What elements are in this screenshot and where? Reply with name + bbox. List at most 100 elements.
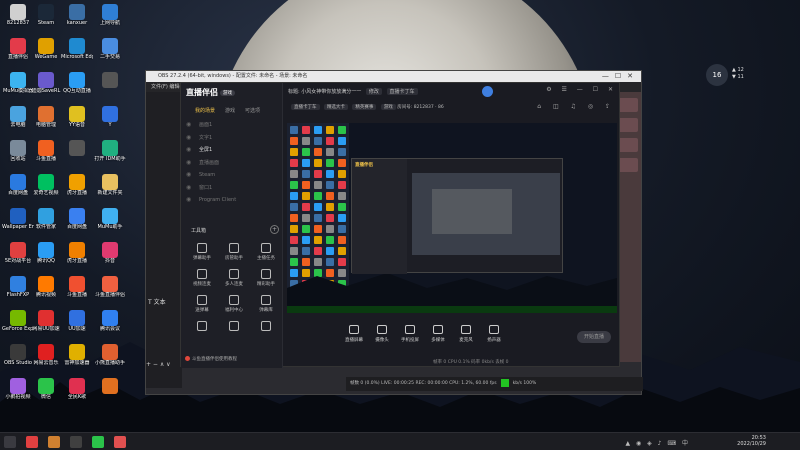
app-icon bbox=[38, 140, 54, 156]
source-item[interactable]: ◉ Steam bbox=[185, 169, 279, 182]
add-source-button[interactable]: 摄像头 bbox=[369, 325, 395, 343]
tab-options[interactable]: 可选项 bbox=[245, 107, 260, 114]
preview-icon bbox=[314, 159, 322, 167]
tool-button[interactable] bbox=[219, 319, 249, 345]
desktop-icon[interactable]: Y bbox=[94, 106, 126, 136]
category-button[interactable]: 直播卡丁车 bbox=[386, 88, 418, 95]
system-tray[interactable]: ▲ ◉ ◈ ♪ ⌨ 中 bbox=[626, 438, 691, 447]
add-source-button[interactable]: 多媒体 bbox=[425, 325, 451, 343]
tool-button[interactable]: 弹幕库 bbox=[251, 293, 281, 319]
tool-button[interactable] bbox=[187, 319, 217, 345]
tag-chip[interactable]: 直播卡丁车 bbox=[291, 104, 320, 110]
desktop-icon[interactable]: 斗鱼直播 bbox=[30, 140, 62, 170]
preview-icon bbox=[326, 170, 334, 178]
add-source-button[interactable]: 麦克风 bbox=[453, 325, 479, 343]
tool-button[interactable] bbox=[251, 319, 281, 345]
app-icon bbox=[38, 106, 54, 122]
taskbar-app[interactable] bbox=[114, 436, 126, 448]
tool-button[interactable]: 房管助手 bbox=[219, 241, 249, 267]
source-item[interactable]: ◉ 全屏1 bbox=[185, 144, 279, 157]
desktop-icon[interactable]: 百度网盘 bbox=[61, 208, 93, 238]
taskbar-app[interactable] bbox=[48, 436, 60, 448]
desktop-icon[interactable]: 虎牙直播 bbox=[61, 242, 93, 272]
tool-button[interactable]: 送弹幕 bbox=[187, 293, 217, 319]
desktop-icon[interactable]: 腾讯视频 bbox=[30, 276, 62, 306]
desktop-icon[interactable]: 全民K歌 bbox=[61, 378, 93, 408]
desktop-icon[interactable]: 二手交易 bbox=[94, 38, 126, 68]
tool-button[interactable]: 弹幕助手 bbox=[187, 241, 217, 267]
tag-chip[interactable]: 精选大卡 bbox=[323, 104, 348, 110]
desktop-icon[interactable]: kanxuer bbox=[61, 4, 93, 34]
desktop-icon[interactable]: 抖音 bbox=[94, 242, 126, 272]
tag-chip[interactable]: 游戏 bbox=[380, 104, 396, 110]
source-item[interactable]: ◉ 文字1 bbox=[185, 132, 279, 145]
tool-button[interactable]: 精彩助手 bbox=[251, 267, 281, 293]
source-item[interactable]: ◉ Program Client bbox=[185, 194, 279, 207]
edit-title-button[interactable]: 修改 bbox=[365, 88, 382, 95]
desktop-icon[interactable]: 斗鱼直播伴侣 bbox=[94, 276, 126, 306]
desktop-icon[interactable]: 腾讯QQ bbox=[30, 242, 62, 272]
scene-tabs[interactable]: 我的场景 游戏 可选项 bbox=[181, 105, 283, 117]
tutorial-link[interactable]: 斗鱼直播伴侣使用教程 bbox=[185, 356, 237, 362]
desktop-icon[interactable]: Steam bbox=[30, 4, 62, 34]
desktop-icon[interactable]: Microsoft Edge bbox=[61, 38, 93, 68]
source-icon bbox=[405, 325, 415, 334]
desktop-icon[interactable]: 打开 IDM助手 bbox=[94, 140, 126, 170]
add-source-button[interactable]: 手机投屏 bbox=[397, 325, 423, 343]
desktop-icon[interactable]: UU加速 bbox=[61, 310, 93, 340]
room-number: 房间号: 8212837 bbox=[397, 105, 434, 110]
add-tool-icon[interactable]: + bbox=[270, 225, 279, 234]
tool-button[interactable]: 多人连麦 bbox=[219, 267, 249, 293]
tool-button[interactable]: 视频连麦 bbox=[187, 267, 217, 293]
source-icon bbox=[461, 325, 471, 334]
stream-preview[interactable]: 直播伴侣 bbox=[287, 123, 617, 313]
desktop-icon[interactable] bbox=[61, 140, 93, 170]
tab-scene[interactable]: 我的场景 bbox=[195, 107, 215, 114]
tab-game[interactable]: 游戏 bbox=[225, 107, 235, 114]
preview-icon bbox=[326, 214, 334, 222]
clock[interactable]: 20:53 2022/10/29 bbox=[737, 435, 766, 447]
obs-text-label: T 文本 bbox=[148, 299, 166, 306]
desktop-icon[interactable]: 上网导航 bbox=[94, 4, 126, 34]
tool-button[interactable]: 主播任务 bbox=[251, 241, 281, 267]
desktop-icon[interactable]: 迪迦SaveRL bbox=[30, 72, 62, 102]
source-item[interactable]: ◉ 直播画面 bbox=[185, 157, 279, 170]
zb-toolbar-icons[interactable]: ⌂ ◫ ♫ ◎ ⇪ bbox=[537, 103, 615, 110]
taskbar-app[interactable] bbox=[70, 436, 82, 448]
desktop-icon[interactable]: 爱奇艺视频 bbox=[30, 174, 62, 204]
live-companion-window[interactable]: 直播伴侣 游戏 我的场景 游戏 可选项 ◉ 画面1 ◉ 文字1 ◉ 全屏1 ◉ 直播画面 ◉ Ste… bbox=[180, 82, 620, 368]
desktop-icon[interactable]: 虎牙直播 bbox=[61, 174, 93, 204]
desktop-icon[interactable]: YY语音 bbox=[61, 106, 93, 136]
taskbar-app[interactable] bbox=[26, 436, 38, 448]
desktop-icon[interactable]: 腾讯会议 bbox=[94, 310, 126, 340]
avatar[interactable] bbox=[482, 86, 493, 97]
desktop-icon[interactable]: 新建文件夹 bbox=[94, 174, 126, 204]
tag-chip[interactable]: 精英赛事 bbox=[352, 104, 377, 110]
desktop-icon[interactable]: MuMu助手 bbox=[94, 208, 126, 238]
add-source-button[interactable]: 直播屏幕 bbox=[341, 325, 367, 343]
source-item[interactable]: ◉ 窗口1 bbox=[185, 182, 279, 195]
desktop-icon[interactable]: 斗鱼直播 bbox=[61, 276, 93, 306]
weather-widget[interactable]: 16 ▲ 12 ▼ 11 bbox=[706, 64, 754, 86]
desktop-icon[interactable]: 网易UU加速 bbox=[30, 310, 62, 340]
tool-button[interactable]: 福利中心 bbox=[219, 293, 249, 319]
taskbar-app[interactable] bbox=[92, 436, 104, 448]
zb-window-controls[interactable]: ⚙ ☰ — ☐ ✕ bbox=[546, 86, 617, 93]
desktop-icon[interactable]: 网易云音乐 bbox=[30, 344, 62, 374]
add-source-button[interactable]: 扬声器 bbox=[481, 325, 507, 343]
desktop-icon[interactable]: 微信 bbox=[30, 378, 62, 408]
desktop-icon[interactable] bbox=[94, 72, 126, 102]
app-icon bbox=[102, 38, 118, 54]
desktop-icon[interactable]: 电脑管理 bbox=[30, 106, 62, 136]
start-button[interactable] bbox=[4, 436, 16, 448]
desktop-icon[interactable]: WeGame bbox=[30, 38, 62, 68]
desktop-icon[interactable]: 雷神加速器 bbox=[61, 344, 93, 374]
source-item[interactable]: ◉ 画面1 bbox=[185, 119, 279, 132]
obs-scene-controls[interactable]: + − ∧ ∨ bbox=[146, 361, 182, 369]
desktop-icon[interactable]: 软件管家 bbox=[30, 208, 62, 238]
desktop-icon[interactable]: QQ互动直播 bbox=[61, 72, 93, 102]
go-live-button[interactable]: 开始直播 bbox=[577, 331, 611, 343]
desktop-icon[interactable]: 小熊直播助手 bbox=[94, 344, 126, 374]
obs-window-controls[interactable]: —☐✕ bbox=[602, 71, 639, 82]
desktop-icon[interactable] bbox=[94, 378, 126, 408]
